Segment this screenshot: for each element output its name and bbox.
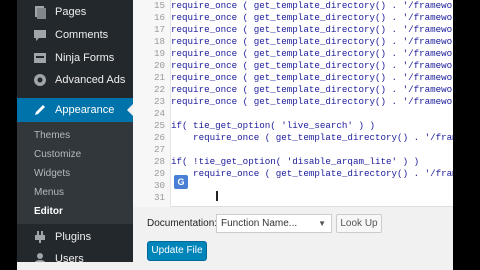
line-number: 22 xyxy=(153,84,165,95)
code-line[interactable]: 15 require_once ( get_template_directory(… xyxy=(133,0,480,12)
line-number: 21 xyxy=(153,72,165,83)
translate-icon[interactable]: G xyxy=(174,175,188,189)
bottom-strip xyxy=(17,262,453,270)
line-number: 23 xyxy=(153,96,165,107)
code-text: if( tie_get_option( 'live_search' ) ) xyxy=(171,120,375,131)
sidebar-item-label: Ninja Forms xyxy=(55,52,115,64)
submenu-item-widgets[interactable]: Widgets xyxy=(34,168,70,179)
appearance-submenu: Themes Customize Widgets Menus Editor xyxy=(17,122,133,224)
comments-icon xyxy=(33,28,47,42)
line-number: 15 xyxy=(153,0,165,11)
line-number: 27 xyxy=(153,144,165,155)
ninja-forms-icon xyxy=(33,51,47,65)
sidebar-item-ninja-forms[interactable]: Ninja Forms xyxy=(17,46,133,70)
sidebar-item-plugins[interactable]: Plugins xyxy=(17,225,133,249)
code-text: require_once ( get_template_directory() … xyxy=(171,36,480,47)
text-cursor xyxy=(216,191,218,201)
advanced-ads-icon xyxy=(33,73,47,87)
code-line[interactable]: 16 require_once ( get_template_directory(… xyxy=(133,12,480,24)
select-value: Function Name... xyxy=(221,218,298,229)
code-text: if( !tie_get_option( 'disable_arqam_lite… xyxy=(171,156,420,167)
line-number: 19 xyxy=(153,48,165,59)
look-up-button[interactable]: Look Up xyxy=(336,214,382,233)
sidebar-item-label: Pages xyxy=(55,6,87,18)
line-number: 29 xyxy=(153,168,165,179)
code-line[interactable]: 18 require_once ( get_template_directory(… xyxy=(133,36,480,48)
appearance-icon xyxy=(33,103,47,117)
line-number: 20 xyxy=(153,60,165,71)
code-text: require_once ( get_template_directory() … xyxy=(171,0,480,11)
sidebar-item-advanced-ads[interactable]: Advanced Ads xyxy=(17,68,133,92)
submenu-item-editor[interactable]: Editor xyxy=(34,206,63,217)
code-text: require_once ( get_template_directory() … xyxy=(171,24,480,35)
plugins-icon xyxy=(33,230,47,244)
sidebar-item-comments[interactable]: Comments xyxy=(17,23,133,47)
code-line[interactable]: 17 require_once ( get_template_directory(… xyxy=(133,24,480,36)
code-editor[interactable]: 15 require_once ( get_template_directory(… xyxy=(133,0,480,207)
sidebar-item-pages[interactable]: Pages xyxy=(17,0,133,24)
theme-editor-content: 15 require_once ( get_template_directory(… xyxy=(133,0,480,262)
line-number: 17 xyxy=(153,24,165,35)
code-line[interactable]: 19 require_once ( get_template_directory(… xyxy=(133,48,480,60)
code-text: require_once ( get_template_directory() … xyxy=(171,48,480,59)
line-number: 31 xyxy=(153,192,165,203)
sidebar-item-label: Appearance xyxy=(55,104,115,116)
update-file-button[interactable]: Update File xyxy=(147,241,207,261)
documentation-row: Documentation: Function Name... ▼ Look U… xyxy=(133,212,453,234)
code-line[interactable]: 26 require_once ( get_template_directory… xyxy=(133,132,480,144)
code-line[interactable]: 31 xyxy=(133,192,453,204)
code-text: require_once ( get_template_directory() … xyxy=(171,84,480,95)
code-text: require_once ( get_template_directory() … xyxy=(171,96,480,107)
code-line[interactable]: 24 xyxy=(133,108,453,120)
code-text: require_once ( get_template_directory() … xyxy=(171,12,480,23)
code-line[interactable]: 20 require_once ( get_template_directory(… xyxy=(133,60,480,72)
pages-icon xyxy=(33,5,47,19)
line-number: 28 xyxy=(153,156,165,167)
line-number: 25 xyxy=(153,120,165,131)
code-line[interactable]: 28 if( !tie_get_option( 'disable_arqam_li… xyxy=(133,156,453,168)
code-line[interactable]: 21 require_once ( get_template_directory(… xyxy=(133,72,480,84)
sidebar-item-label: Advanced Ads xyxy=(55,74,126,86)
admin-sidebar: Pages Comments Ninja Forms Advanced Ads … xyxy=(17,0,133,265)
documentation-label: Documentation: xyxy=(147,218,218,229)
code-line[interactable]: 25 if( tie_get_option( 'live_search' ) ) xyxy=(133,120,453,132)
submenu-item-themes[interactable]: Themes xyxy=(34,130,70,141)
line-number: 26 xyxy=(153,132,165,143)
code-text: require_once ( get_template_directory() … xyxy=(171,132,480,143)
code-text: require_once ( get_template_directory() … xyxy=(171,168,480,179)
function-name-select[interactable]: Function Name... ▼ xyxy=(216,214,332,233)
code-line[interactable]: 22 require_once ( get_template_directory(… xyxy=(133,84,480,96)
code-text: require_once ( get_template_directory() … xyxy=(171,72,480,83)
submenu-item-menus[interactable]: Menus xyxy=(34,187,64,198)
code-text: require_once ( get_template_directory() … xyxy=(171,60,480,71)
left-letterbox xyxy=(0,0,17,270)
sidebar-item-label: Comments xyxy=(55,29,109,41)
right-letterbox xyxy=(453,0,480,270)
line-number: 24 xyxy=(153,108,165,119)
screen: Pages Comments Ninja Forms Advanced Ads … xyxy=(0,0,480,270)
sidebar-item-label: Plugins xyxy=(55,231,92,243)
line-number: 16 xyxy=(153,12,165,23)
line-number: 30 xyxy=(153,180,165,191)
sidebar-item-appearance[interactable]: Appearance xyxy=(17,98,133,122)
line-number: 18 xyxy=(153,36,165,47)
code-line[interactable]: 27 xyxy=(133,144,453,156)
chevron-down-icon: ▼ xyxy=(318,219,326,228)
code-line[interactable]: 23 require_once ( get_template_directory(… xyxy=(133,96,480,108)
submenu-item-customize[interactable]: Customize xyxy=(34,149,81,160)
